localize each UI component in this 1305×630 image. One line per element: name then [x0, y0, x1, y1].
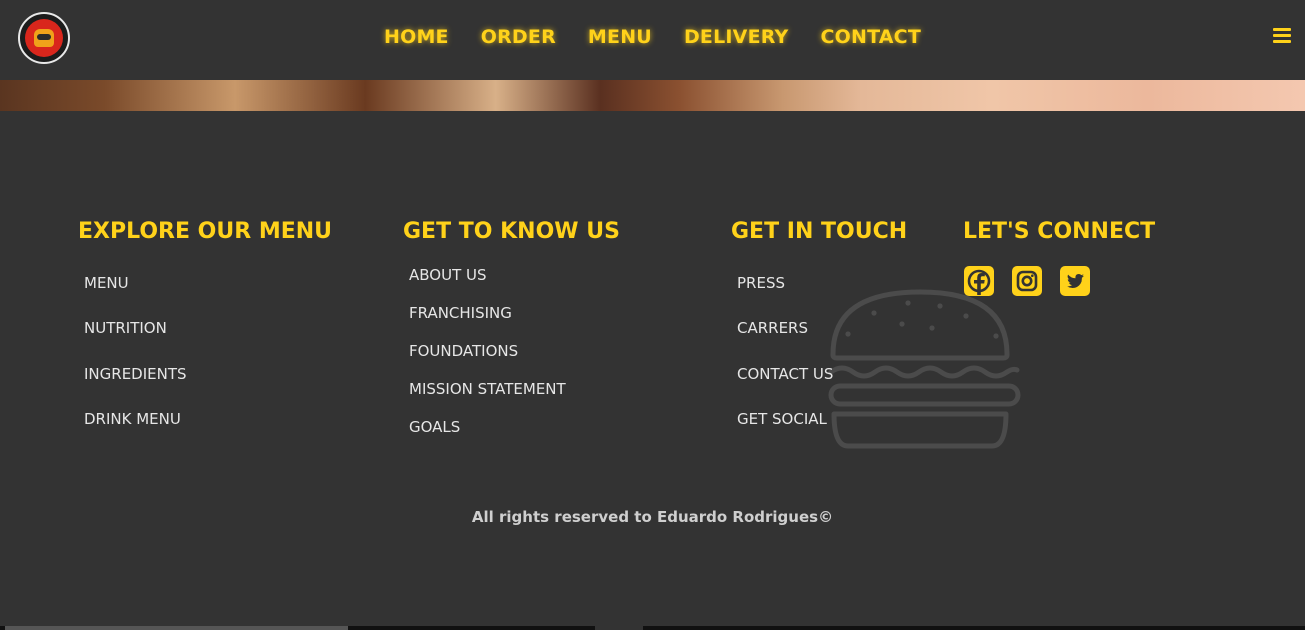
burger-outline-icon: [828, 289, 1021, 449]
navbar: HOME ORDER MENU DELIVERY CONTACT: [0, 0, 1305, 80]
instagram-icon[interactable]: [1012, 266, 1042, 296]
nav-link-home[interactable]: HOME: [384, 26, 449, 48]
footer-link-get-social[interactable]: GET SOCIAL: [737, 410, 827, 428]
footer-link-franchising[interactable]: FRANCHISING: [409, 304, 512, 322]
bottom-divider: [5, 626, 348, 630]
twitter-icon[interactable]: [1060, 266, 1090, 296]
facebook-icon[interactable]: [964, 266, 994, 296]
footer-link-ingredients[interactable]: INGREDIENTS: [84, 365, 187, 383]
bottom-divider: [643, 626, 1305, 630]
footer-link-foundations[interactable]: FOUNDATIONS: [409, 342, 518, 360]
footer-link-mission-statement[interactable]: MISSION STATEMENT: [409, 380, 566, 398]
explore-menu-title: EXPLORE OUR MENU: [78, 219, 333, 244]
footer-link-nutrition[interactable]: NUTRITION: [84, 319, 167, 337]
bottom-divider: [348, 626, 595, 630]
footer-link-menu[interactable]: MENU: [84, 274, 129, 292]
footer-link-contact-us[interactable]: CONTACT US: [737, 365, 833, 383]
hero-image-strip: [0, 80, 1305, 111]
hamburger-menu-icon[interactable]: [1273, 28, 1291, 44]
nav-link-contact[interactable]: CONTACT: [821, 26, 922, 48]
nav-link-menu[interactable]: MENU: [588, 26, 652, 48]
footer-link-press[interactable]: PRESS: [737, 274, 785, 292]
copyright-text: All rights reserved to Eduardo Rodrigues…: [471, 508, 834, 526]
nav-link-delivery[interactable]: DELIVERY: [684, 26, 789, 48]
footer-link-drink-menu[interactable]: DRINK MENU: [84, 410, 181, 428]
lets-connect-title: LET'S CONNECT: [963, 219, 1156, 244]
get-in-touch-title: GET IN TOUCH: [731, 219, 908, 244]
nav-links: HOME ORDER MENU DELIVERY CONTACT: [0, 26, 1305, 48]
nav-link-order[interactable]: ORDER: [481, 26, 556, 48]
footer-link-about-us[interactable]: ABOUT US: [409, 266, 487, 284]
footer-link-carrers[interactable]: CARRERS: [737, 319, 808, 337]
know-us-title: GET TO KNOW US: [403, 219, 620, 244]
footer-link-goals[interactable]: GOALS: [409, 418, 460, 436]
